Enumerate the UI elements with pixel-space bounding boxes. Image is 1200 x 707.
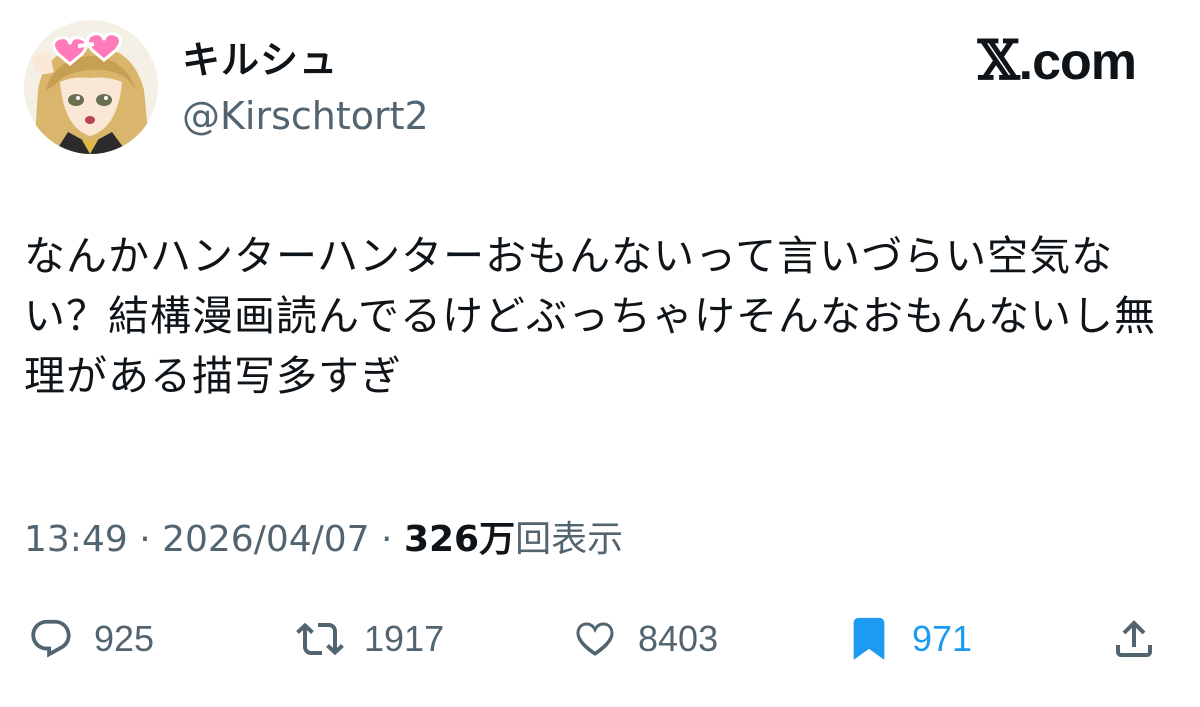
heart-icon [576,622,614,656]
bookmark-button[interactable]: 971 [846,604,972,674]
reply-count: 925 [94,618,155,659]
display-name[interactable]: キルシュ [182,36,338,84]
reply-icon [31,619,71,658]
bookmark-count: 971 [912,618,973,659]
avatar[interactable] [24,20,158,154]
action-bar: 925 1917 8403 971 [24,604,1174,674]
reply-button[interactable]: 925 [28,604,154,674]
meta-separator: · [127,519,163,560]
view-label: 回表示 [515,519,624,560]
bookmark-icon [853,617,885,660]
share-button[interactable] [1110,604,1158,674]
tweet-meta: 13:49 · 2026/04/07 · 326万回表示 [24,512,623,568]
tweet-text: なんかハンターハンターおもんないって言いづらい空気ない？結構漫画読んでるけどぶっ… [24,232,1156,400]
like-count: 8403 [638,618,719,659]
retweet-button[interactable]: 1917 [296,604,444,674]
tweet-date[interactable]: 2026/04/07 [162,519,370,560]
retweet-icon [296,622,344,656]
view-count: 326万 [403,519,516,560]
like-button[interactable]: 8403 [570,604,718,674]
x-logo: 𝕏.com [977,28,1137,92]
user-handle[interactable]: @Kirschtort2 [182,92,429,140]
share-icon [1116,620,1152,657]
retweet-count: 1917 [364,618,445,659]
meta-separator: · [369,519,404,560]
avatar-image [24,20,158,154]
x-logo-domain: .com [1018,33,1137,91]
x-logo-icon: 𝕏 [977,28,1020,92]
tweet-time[interactable]: 13:49 [24,519,128,560]
